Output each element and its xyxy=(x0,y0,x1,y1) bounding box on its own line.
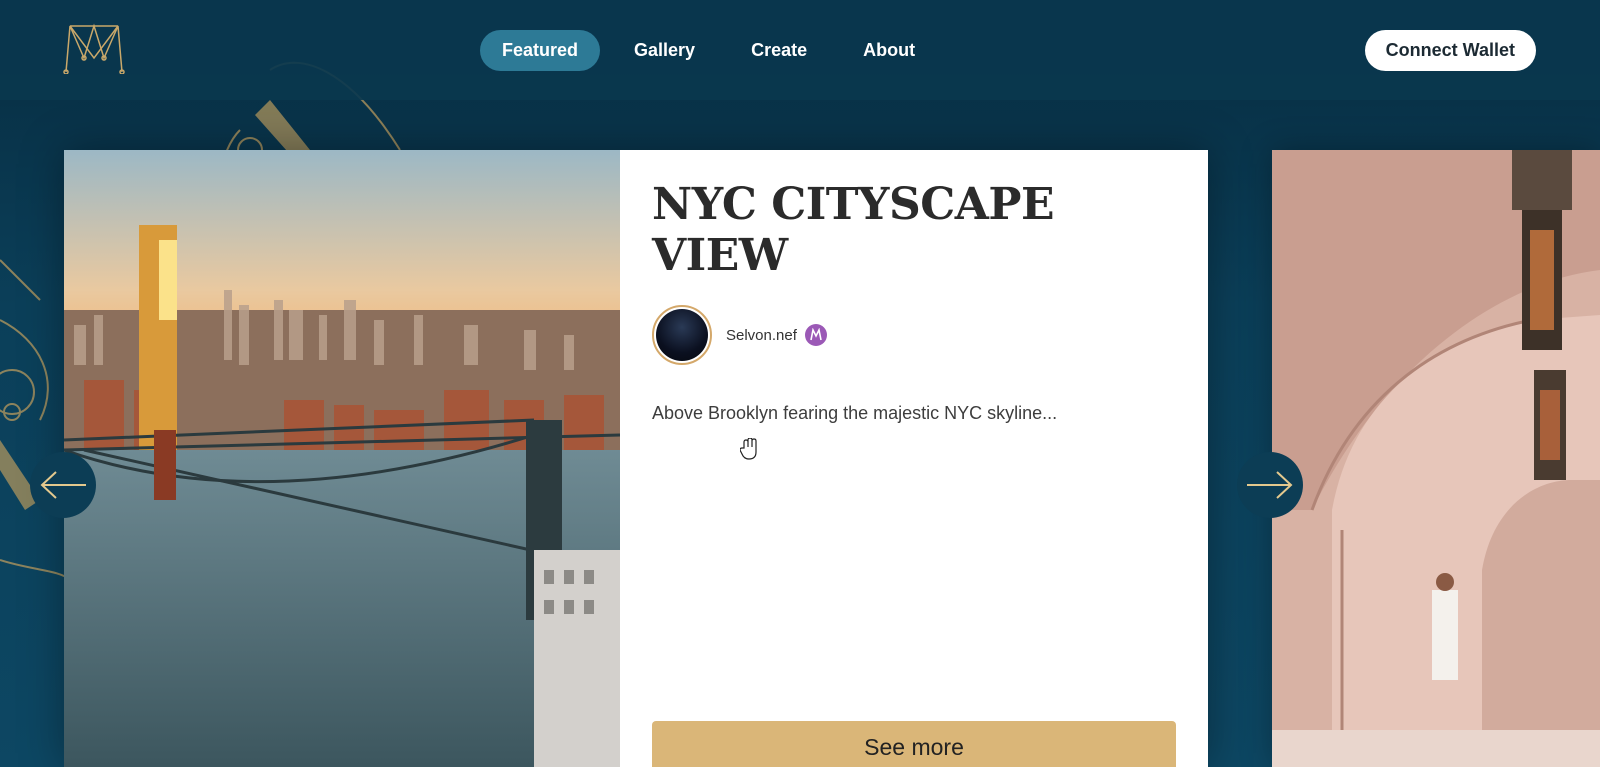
hand-cursor-icon xyxy=(740,438,757,460)
next-card-preview[interactable] xyxy=(1272,150,1600,767)
card-details: NYC CITYSCAPE VIEW Selvon.nef Above Broo… xyxy=(620,150,1208,767)
logo-icon[interactable] xyxy=(62,22,126,74)
artwork-description: Above Brooklyn fearing the majestic NYC … xyxy=(652,403,1058,424)
artwork-title: NYC CITYSCAPE VIEW xyxy=(652,179,1055,281)
arched-hall-illustration xyxy=(1272,150,1600,767)
top-header: Featured Gallery Create About Connect Wa… xyxy=(0,0,1600,100)
avatar-image xyxy=(656,309,708,362)
creator-avatar[interactable] xyxy=(652,305,712,366)
creator-name[interactable]: Selvon.nef xyxy=(726,327,797,344)
arrow-left-icon xyxy=(40,471,86,499)
nav-about[interactable]: About xyxy=(841,30,937,71)
next-arrow-button[interactable] xyxy=(1237,452,1303,518)
see-more-button[interactable]: See more xyxy=(652,721,1176,767)
featured-card: NYC CITYSCAPE VIEW Selvon.nef Above Broo… xyxy=(64,150,1208,767)
featured-image[interactable] xyxy=(64,150,620,767)
main-nav: Featured Gallery Create About xyxy=(480,30,949,71)
previous-arrow-button[interactable] xyxy=(30,452,96,518)
cityscape-illustration xyxy=(64,150,620,767)
arrow-right-icon xyxy=(1247,471,1293,499)
nav-gallery[interactable]: Gallery xyxy=(612,30,717,71)
verified-icon xyxy=(804,324,827,347)
nav-featured[interactable]: Featured xyxy=(480,30,601,71)
connect-wallet-button[interactable]: Connect Wallet xyxy=(1364,30,1536,71)
creator-row[interactable]: Selvon.nef xyxy=(652,305,1176,366)
nav-create[interactable]: Create xyxy=(729,30,829,71)
